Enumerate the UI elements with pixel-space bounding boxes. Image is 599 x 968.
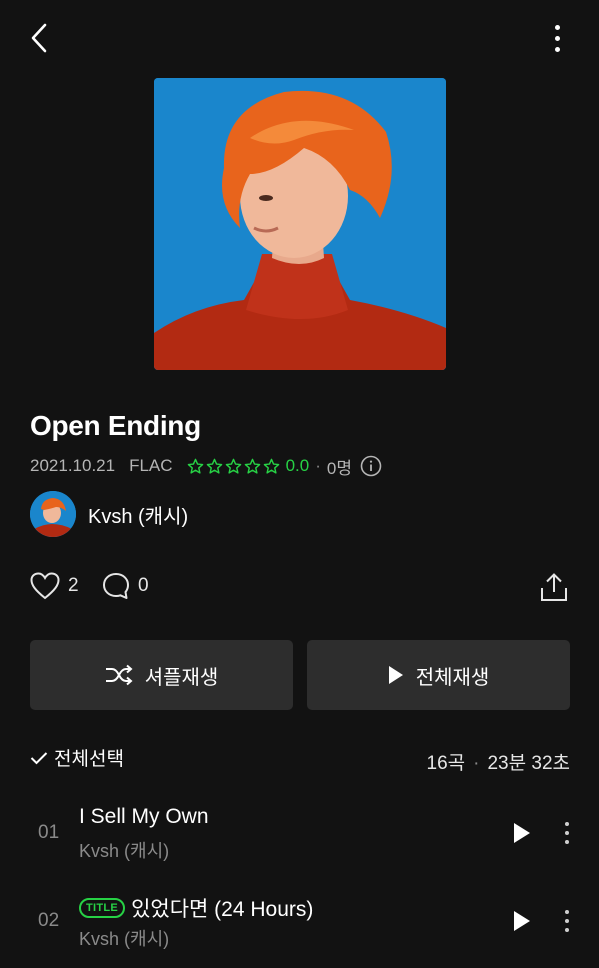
artist-link[interactable]: Kvsh (캐시) [30, 490, 188, 538]
total-duration: 23분 32초 [487, 753, 570, 774]
comment-icon [103, 573, 129, 599]
more-options-button[interactable] [540, 16, 574, 60]
like-button[interactable]: 2 [30, 572, 79, 600]
rating-count: 0명 [326, 458, 352, 478]
play-icon [514, 823, 530, 843]
more-vertical-icon-dot [565, 840, 569, 844]
track-play-button[interactable] [508, 907, 536, 935]
album-actions: 2 0 [30, 570, 570, 608]
release-date: 2021.10.21 [30, 456, 116, 475]
shuffle-play-button[interactable]: 셔플재생 [30, 640, 293, 710]
share-button[interactable] [540, 572, 568, 607]
track-title: I Sell My Own [79, 805, 209, 829]
more-vertical-icon-dot [554, 46, 560, 52]
comment-count: 0 [138, 575, 149, 596]
share-icon [541, 573, 567, 601]
track-more-button[interactable] [558, 903, 576, 939]
audio-format: FLAC [129, 456, 173, 475]
album-cover-art [154, 78, 446, 370]
track-more-button[interactable] [558, 815, 576, 851]
play-icon [514, 911, 530, 931]
select-all-button[interactable]: 전체선택 [30, 744, 124, 771]
play-icon [388, 666, 403, 684]
check-icon [30, 751, 48, 764]
album-meta: 2021.10.21 FLAC 0.0 · 0명 [30, 453, 382, 479]
top-bar [0, 0, 599, 76]
info-icon[interactable] [360, 455, 382, 477]
tracklist-summary: 16곡 · 23분 32초 [427, 748, 570, 775]
more-vertical-icon [565, 910, 569, 914]
artist-avatar [30, 491, 76, 537]
back-button[interactable] [22, 18, 56, 58]
star-icon [225, 458, 241, 474]
title-track-badge: TITLE [79, 898, 126, 918]
play-all-label: 전체재생 [415, 666, 490, 689]
track-play-button[interactable] [508, 819, 536, 847]
track-artist: Kvsh (캐시) [79, 841, 170, 861]
track-row[interactable]: 01 I Sell My Own Kvsh (캐시) [0, 795, 599, 875]
more-vertical-icon-dot [565, 919, 569, 923]
album-title: Open Ending [30, 410, 201, 441]
artist-name: Kvsh (캐시) [88, 505, 189, 528]
more-vertical-icon-dot [565, 831, 569, 835]
star-icon [263, 458, 279, 474]
track-artist: Kvsh (캐시) [79, 929, 170, 949]
track-title: TITLE 있었다면 (24 Hours) [79, 893, 313, 923]
separator-dot: · [473, 753, 480, 774]
like-count: 2 [68, 575, 79, 596]
separator-dot: · [315, 456, 321, 475]
album-cover[interactable] [154, 78, 446, 370]
track-number: 01 [38, 822, 60, 843]
shuffle-play-label: 셔플재생 [144, 666, 219, 689]
rating-value: 0.0 [285, 456, 310, 475]
star-icon [206, 458, 222, 474]
track-title-text: I Sell My Own [79, 805, 209, 828]
chevron-left-icon [31, 23, 47, 53]
more-vertical-icon-dot [554, 35, 560, 41]
comment-button[interactable]: 0 [102, 572, 149, 600]
track-number: 02 [38, 910, 60, 931]
tracklist-header: 전체선택 16곡 · 23분 32초 [30, 744, 570, 776]
more-vertical-icon [554, 24, 560, 30]
track-row[interactable]: 02 TITLE 있었다면 (24 Hours) Kvsh (캐시) [0, 883, 599, 963]
heart-icon [30, 572, 60, 600]
star-icon [187, 458, 203, 474]
track-count: 16곡 [426, 753, 466, 774]
more-vertical-icon-dot [565, 928, 569, 932]
shuffle-icon [105, 664, 133, 686]
rating-stars[interactable] [187, 458, 280, 475]
more-vertical-icon [565, 822, 569, 826]
select-all-label: 전체선택 [54, 749, 124, 770]
play-all-button[interactable]: 전체재생 [307, 640, 570, 710]
star-icon [244, 458, 260, 474]
track-title-text: 있었다면 (24 Hours) [131, 898, 314, 921]
